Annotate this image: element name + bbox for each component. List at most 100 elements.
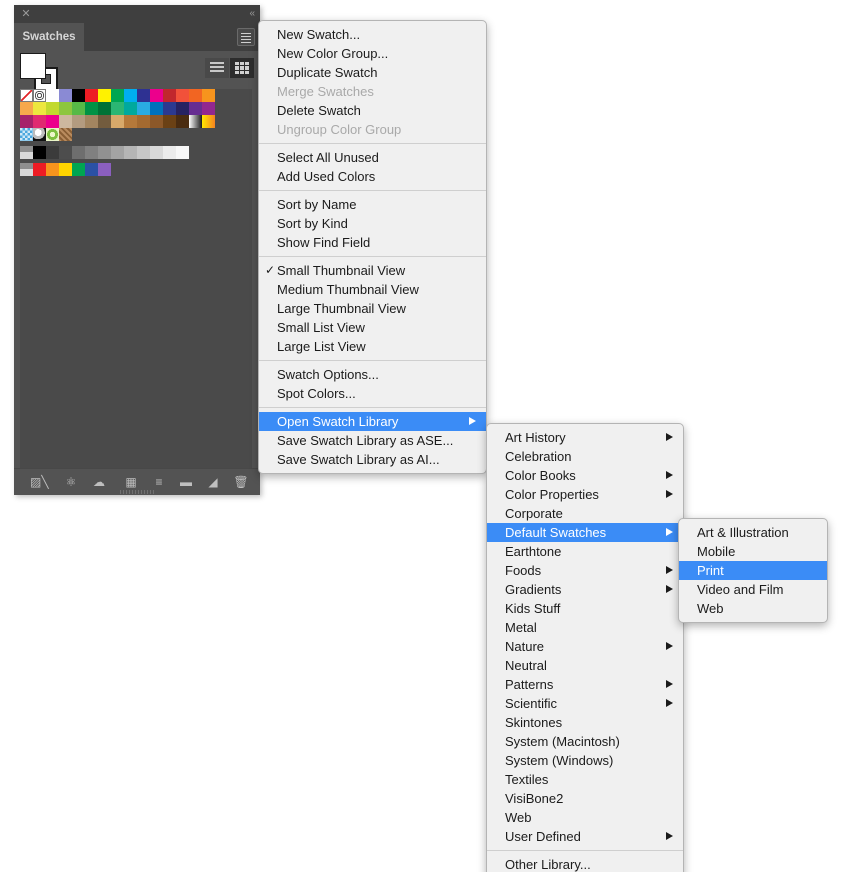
menu-item-sort-by-kind[interactable]: Sort by Kind [259, 214, 486, 233]
swatch-cell[interactable] [33, 102, 46, 115]
swatch-cell[interactable] [33, 146, 46, 159]
swatch-cell[interactable] [85, 163, 98, 176]
swatch-cell[interactable] [59, 115, 72, 128]
swatch-grid[interactable] [20, 89, 252, 469]
menu-item-textiles[interactable]: Textiles [487, 770, 683, 789]
swatch-cell[interactable] [189, 115, 202, 128]
menu-item-spot-colors[interactable]: Spot Colors... [259, 384, 486, 403]
menu-item-select-all-unused[interactable]: Select All Unused [259, 148, 486, 167]
open-swatch-library-submenu[interactable]: Art History Celebration Color Books Color P… [486, 423, 684, 872]
swatch-cell[interactable] [85, 102, 98, 115]
swatch-cell[interactable] [111, 146, 124, 159]
menu-item-skintones[interactable]: Skintones [487, 713, 683, 732]
new-swatch-icon[interactable]: ◢ [204, 474, 222, 490]
menu-item-earthtone[interactable]: Earthtone [487, 542, 683, 561]
swatch-cell[interactable] [150, 102, 163, 115]
menu-item-foods[interactable]: Foods [487, 561, 683, 580]
swatch-cell[interactable] [111, 89, 124, 102]
menu-item-new-color-group[interactable]: New Color Group... [259, 44, 486, 63]
swatch-cell[interactable] [150, 89, 163, 102]
menu-item-color-properties[interactable]: Color Properties [487, 485, 683, 504]
panel-resize-grip[interactable] [120, 490, 156, 494]
swatch-cell[interactable] [202, 102, 215, 115]
menu-item-nature[interactable]: Nature [487, 637, 683, 656]
swatch-cell[interactable] [124, 146, 137, 159]
swatch-cell[interactable] [176, 146, 189, 159]
swatch-cell[interactable] [176, 89, 189, 102]
menu-item-add-used-colors[interactable]: Add Used Colors [259, 167, 486, 186]
swatch-cell[interactable] [137, 102, 150, 115]
menu-item-celebration[interactable]: Celebration [487, 447, 683, 466]
swatch-cell[interactable] [137, 89, 150, 102]
swatch-cell[interactable] [72, 146, 85, 159]
swatch-cell[interactable] [163, 146, 176, 159]
swatch-cell[interactable] [85, 115, 98, 128]
swatch-cell[interactable] [98, 89, 111, 102]
menu-item-web[interactable]: Web [487, 808, 683, 827]
menu-item-delete-swatch[interactable]: Delete Swatch [259, 101, 486, 120]
swatch-cell[interactable] [33, 115, 46, 128]
swatch-cell[interactable] [59, 89, 72, 102]
swatch-cell[interactable] [150, 115, 163, 128]
collapse-panel-icon[interactable]: « [249, 7, 254, 20]
swatch-cell[interactable] [59, 163, 72, 176]
swatch-cell[interactable] [46, 128, 59, 141]
menu-item-show-find-field[interactable]: Show Find Field [259, 233, 486, 252]
menu-item-small-thumbnail-view[interactable]: ✓ Small Thumbnail View [259, 261, 486, 280]
swatch-cell[interactable] [33, 89, 46, 102]
swatch-cell[interactable] [20, 163, 33, 176]
swatch-cell[interactable] [59, 102, 72, 115]
color-group-icon[interactable]: ☁ [90, 474, 108, 490]
menu-item-sort-by-name[interactable]: Sort by Name [259, 195, 486, 214]
swatch-cell[interactable] [85, 146, 98, 159]
menu-item-color-books[interactable]: Color Books [487, 466, 683, 485]
menu-item-video-and-film[interactable]: Video and Film [679, 580, 827, 599]
swatch-cell[interactable] [72, 163, 85, 176]
swatch-cell[interactable] [163, 89, 176, 102]
menu-item-visibone2[interactable]: VisiBone2 [487, 789, 683, 808]
swatch-cell[interactable] [176, 115, 189, 128]
swatch-cell[interactable] [46, 163, 59, 176]
swatch-cell[interactable] [20, 102, 33, 115]
menu-item-system-windows[interactable]: System (Windows) [487, 751, 683, 770]
panel-menu-icon[interactable] [237, 28, 255, 46]
menu-item-print[interactable]: Print [679, 561, 827, 580]
new-folder-icon[interactable]: ▬ [177, 474, 195, 490]
menu-item-web[interactable]: Web [679, 599, 827, 618]
grid-view-icon[interactable] [230, 58, 254, 78]
swatch-cell[interactable] [98, 115, 111, 128]
swatch-cell[interactable] [124, 115, 137, 128]
swatch-options-icon[interactable]: ≡ [150, 474, 168, 490]
swatch-cell[interactable] [124, 89, 137, 102]
swatch-cell[interactable] [189, 102, 202, 115]
swatch-cell[interactable] [176, 102, 189, 115]
swatch-cell[interactable] [20, 146, 33, 159]
menu-item-kids-stuff[interactable]: Kids Stuff [487, 599, 683, 618]
delete-swatch-icon[interactable]: 🗑 [232, 474, 250, 490]
menu-item-patterns[interactable]: Patterns [487, 675, 683, 694]
menu-item-gradients[interactable]: Gradients [487, 580, 683, 599]
swatch-cell[interactable] [98, 146, 111, 159]
fill-stroke-indicator[interactable] [20, 53, 64, 93]
swatch-cell[interactable] [189, 89, 202, 102]
swatch-libraries-menu-icon[interactable]: ▨╲ [30, 474, 49, 490]
close-icon[interactable]: ✕ [20, 8, 32, 20]
swatch-cell[interactable] [59, 146, 72, 159]
swatch-cell[interactable] [72, 115, 85, 128]
swatch-cell[interactable] [20, 128, 33, 141]
swatch-cell[interactable] [137, 115, 150, 128]
menu-item-default-swatches[interactable]: Default Swatches [487, 523, 683, 542]
swatch-cell[interactable] [202, 89, 215, 102]
menu-item-corporate[interactable]: Corporate [487, 504, 683, 523]
menu-item-new-swatch[interactable]: New Swatch... [259, 25, 486, 44]
swatch-cell[interactable] [98, 163, 111, 176]
menu-item-neutral[interactable]: Neutral [487, 656, 683, 675]
swatch-cell[interactable] [33, 163, 46, 176]
menu-item-large-thumbnail-view[interactable]: Large Thumbnail View [259, 299, 486, 318]
menu-item-small-list-view[interactable]: Small List View [259, 318, 486, 337]
swatch-cell[interactable] [20, 115, 33, 128]
menu-item-save-swatch-library-as-ai[interactable]: Save Swatch Library as AI... [259, 450, 486, 469]
menu-item-swatch-options[interactable]: Swatch Options... [259, 365, 486, 384]
swatch-cell[interactable] [124, 102, 137, 115]
swatch-cell[interactable] [163, 115, 176, 128]
